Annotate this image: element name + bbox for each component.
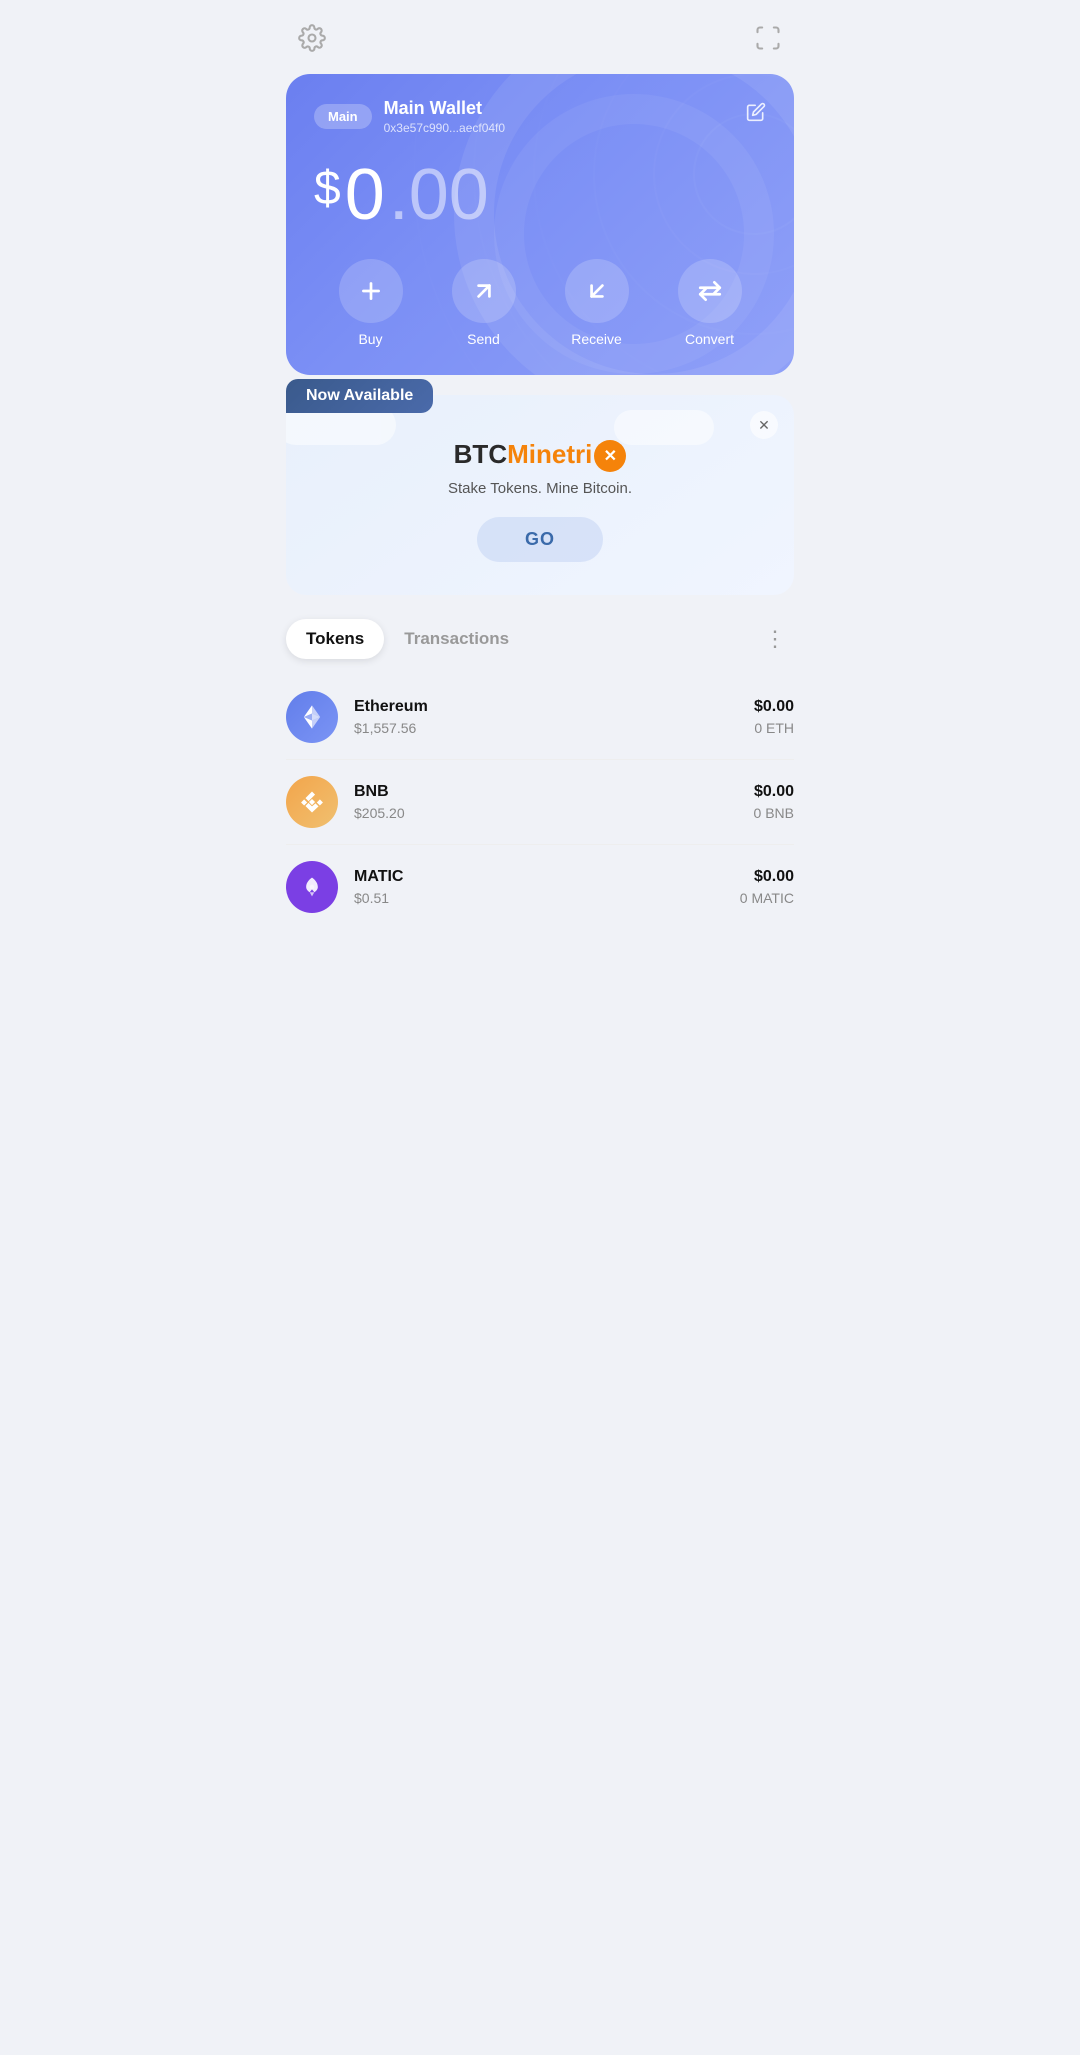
send-button[interactable]: Send	[427, 259, 540, 347]
top-bar	[270, 0, 810, 66]
edit-icon[interactable]	[746, 102, 766, 127]
promo-x-icon: ✕	[594, 440, 626, 472]
receive-icon-circle	[565, 259, 629, 323]
token-item-bnb[interactable]: BNB $205.20 $0.00 0 BNB	[286, 760, 794, 845]
token-item-eth[interactable]: Ethereum $1,557.56 $0.00 0 ETH	[286, 675, 794, 760]
tabs-more-icon[interactable]: ⋮	[756, 622, 794, 656]
eth-usd: $0.00	[754, 698, 794, 716]
eth-price: $1,557.56	[354, 720, 738, 736]
bnb-icon	[286, 776, 338, 828]
action-buttons: Buy Send Receive	[314, 259, 766, 347]
token-list: Ethereum $1,557.56 $0.00 0 ETH BNB $205.…	[286, 675, 794, 929]
wallet-card: Main Main Wallet 0x3e57c990...aecf04f0 $…	[286, 74, 794, 375]
balance-display: $ 0.00	[314, 159, 766, 231]
eth-balance: $0.00 0 ETH	[754, 698, 794, 736]
matic-price: $0.51	[354, 890, 724, 906]
promo-subtitle: Stake Tokens. Mine Bitcoin.	[310, 480, 770, 497]
token-item-matic[interactable]: MATIC $0.51 $0.00 0 MATIC	[286, 845, 794, 929]
eth-name: Ethereum	[354, 698, 738, 716]
buy-icon-circle	[339, 259, 403, 323]
bnb-usd: $0.00	[754, 783, 794, 801]
balance-cents: .00	[389, 159, 489, 231]
tab-transactions[interactable]: Transactions	[384, 619, 529, 659]
go-button[interactable]: GO	[477, 517, 603, 562]
promo-content: BTCMinetri✕ Stake Tokens. Mine Bitcoin. …	[310, 439, 770, 562]
tabs-header: Tokens Transactions ⋮	[286, 619, 794, 659]
tabs-section: Tokens Transactions ⋮	[286, 619, 794, 659]
receive-label: Receive	[571, 331, 622, 347]
wallet-header-left: Main Main Wallet 0x3e57c990...aecf04f0	[314, 98, 505, 135]
convert-icon-circle	[678, 259, 742, 323]
bnb-balance: $0.00 0 BNB	[754, 783, 794, 821]
wallet-address: 0x3e57c990...aecf04f0	[384, 121, 505, 135]
bnb-info: BNB $205.20	[354, 783, 738, 821]
promo-card: ✕ BTCMinetri✕ Stake Tokens. Mine Bitcoin…	[286, 395, 794, 595]
promo-btc: BTC	[454, 439, 507, 469]
matic-name: MATIC	[354, 868, 724, 886]
matic-amount: 0 MATIC	[740, 890, 794, 906]
buy-button[interactable]: Buy	[314, 259, 427, 347]
scan-icon[interactable]	[750, 20, 786, 56]
balance-dollar-sign: $	[314, 165, 341, 213]
eth-amount: 0 ETH	[754, 720, 794, 736]
balance-whole: 0	[345, 159, 385, 231]
send-label: Send	[467, 331, 500, 347]
matic-balance: $0.00 0 MATIC	[740, 868, 794, 906]
send-icon-circle	[452, 259, 516, 323]
bnb-amount: 0 BNB	[754, 805, 794, 821]
wallet-name: Main Wallet	[384, 98, 505, 119]
bnb-name: BNB	[354, 783, 738, 801]
receive-button[interactable]: Receive	[540, 259, 653, 347]
convert-label: Convert	[685, 331, 734, 347]
main-badge: Main	[314, 104, 372, 129]
settings-icon[interactable]	[294, 20, 330, 56]
promo-title: BTCMinetri✕	[310, 439, 770, 472]
promo-brand: Minetri	[507, 439, 592, 469]
buy-label: Buy	[358, 331, 382, 347]
bnb-price: $205.20	[354, 805, 738, 821]
wallet-name-block: Main Wallet 0x3e57c990...aecf04f0	[384, 98, 505, 135]
convert-button[interactable]: Convert	[653, 259, 766, 347]
tab-tokens[interactable]: Tokens	[286, 619, 384, 659]
matic-info: MATIC $0.51	[354, 868, 724, 906]
wallet-header: Main Main Wallet 0x3e57c990...aecf04f0	[314, 98, 766, 135]
eth-icon	[286, 691, 338, 743]
now-available-badge: Now Available	[286, 379, 433, 413]
matic-icon	[286, 861, 338, 913]
now-available-section: Now Available ✕ BTCMinetri✕ Stake Tokens…	[286, 395, 794, 595]
matic-usd: $0.00	[740, 868, 794, 886]
eth-info: Ethereum $1,557.56	[354, 698, 738, 736]
